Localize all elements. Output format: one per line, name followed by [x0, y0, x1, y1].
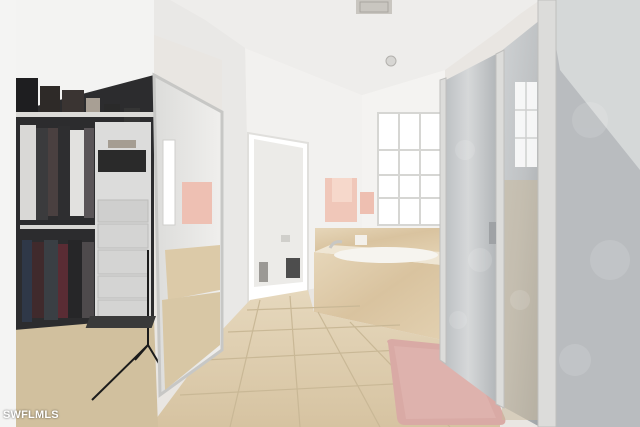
window — [377, 112, 443, 226]
hanging-clothes-lower — [22, 240, 94, 322]
recessed-light — [385, 55, 397, 67]
mirror-reflection-window — [162, 139, 176, 226]
bath-accessory — [355, 235, 367, 245]
toilet-brush — [259, 262, 268, 282]
bathroom-illustration — [0, 0, 640, 427]
bathroom-scale — [85, 316, 156, 328]
tub-basin — [334, 247, 438, 263]
shower-door-handle[interactable] — [489, 222, 496, 244]
mirror-reflection-towel — [182, 182, 212, 224]
closet-rod-shelf — [20, 225, 95, 229]
bathroom-photo: SWFLMLS — [0, 0, 640, 427]
toilet-paper-holder — [281, 235, 290, 242]
hanging-clothes-upper — [20, 125, 94, 220]
listing-watermark: SWFLMLS — [3, 409, 59, 421]
waste-bin — [286, 258, 300, 278]
towel-right — [360, 192, 374, 214]
closet-door-jamb — [0, 0, 16, 427]
